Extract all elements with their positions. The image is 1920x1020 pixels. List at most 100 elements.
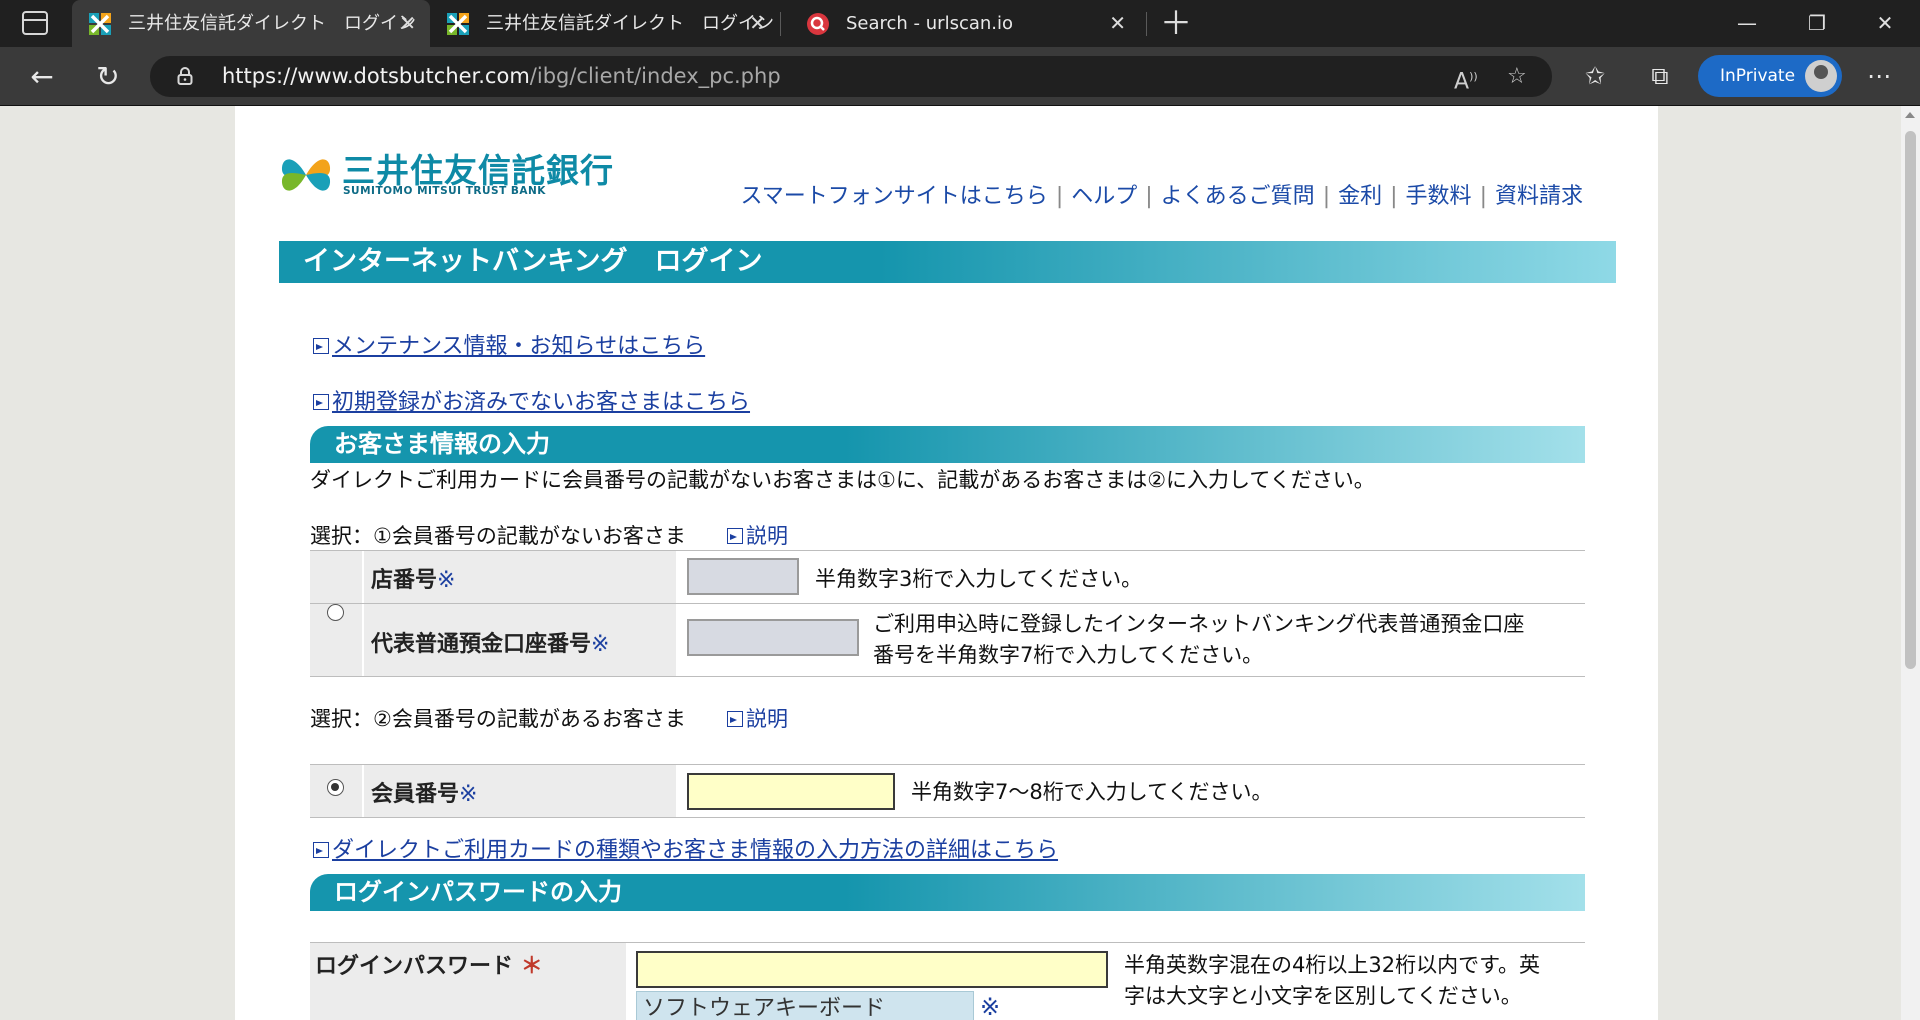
- link-separator: |: [1479, 184, 1487, 209]
- option2-help-link[interactable]: 説明: [727, 703, 788, 733]
- tab-separator: [1146, 12, 1147, 36]
- bank-name-en: SUMITOMO MITSUI TRUST BANK: [343, 185, 546, 197]
- urlscan-favicon-icon: [807, 13, 829, 35]
- page-scrollbar[interactable]: [1901, 106, 1920, 1020]
- login-page: 三井住友信託銀行 SUMITOMO MITSUI TRUST BANK スマート…: [235, 106, 1658, 1020]
- option2-help-label: 説明: [746, 707, 788, 731]
- address-bar[interactable]: https://www.dotsbutcher.com/ibg/client/i…: [150, 56, 1552, 97]
- option1-label: 選択：①会員番号の記載がないお客さま: [310, 524, 686, 548]
- branch-number-label: 店番号※: [371, 562, 455, 594]
- option1-radio[interactable]: [327, 604, 344, 621]
- password-section-title: ログインパスワードの入力: [310, 874, 1585, 911]
- link-separator: |: [1055, 184, 1064, 209]
- required-mark: ※: [459, 782, 478, 807]
- bank-logo-icon[interactable]: [279, 150, 333, 200]
- browser-tab[interactable]: 三井住友信託ダイレクト ログイン ✕: [430, 0, 780, 47]
- smartphone-site-link[interactable]: スマートフォンサイトはこちら: [740, 184, 1047, 209]
- inprivate-badge[interactable]: InPrivate: [1698, 55, 1842, 97]
- help-link[interactable]: ヘルプ: [1071, 184, 1137, 209]
- first-registration-link[interactable]: 初期登録がお済みでないお客さまはこちら: [313, 384, 750, 416]
- member-number-label-text: 会員番号: [371, 782, 460, 807]
- scroll-up-icon[interactable]: [1905, 112, 1915, 118]
- collections-icon[interactable]: ⧉: [1637, 47, 1683, 106]
- read-aloud-icon[interactable]: A)): [1454, 56, 1478, 102]
- account-number-label-text: 代表普通預金口座番号: [371, 632, 592, 657]
- software-keyboard-button[interactable]: ソフトウェアキーボード: [636, 991, 974, 1020]
- password-hint-line1: 半角英数字混在の4桁以上32桁以内です。英: [1124, 953, 1540, 977]
- link-separator: |: [1390, 184, 1398, 209]
- login-password-label-text: ログインパスワード: [315, 954, 514, 979]
- customer-info-section-title: お客さま情報の入力: [310, 426, 1585, 463]
- tab-separator: [780, 12, 781, 36]
- first-registration-label: 初期登録がお済みでないお客さまはこちら: [332, 390, 751, 415]
- lock-icon[interactable]: [177, 67, 193, 85]
- account-number-hint-line1: ご利用申込時に登録したインターネットバンキング代表普通預金口座: [873, 612, 1525, 636]
- close-window-icon[interactable]: ✕: [1850, 0, 1920, 47]
- browser-tab-active[interactable]: 三井住友信託ダイレクト ログイン ✕: [72, 0, 430, 47]
- maintenance-info-label: メンテナンス情報・お知らせはこちら: [332, 334, 706, 359]
- required-mark: ※: [437, 568, 456, 593]
- option1-help-label: 説明: [746, 524, 788, 548]
- maintenance-info-link[interactable]: メンテナンス情報・お知らせはこちら: [313, 328, 705, 360]
- new-tab-icon[interactable]: ＋: [1160, 4, 1192, 42]
- branch-number-hint: 半角数字3桁で入力してください。: [815, 567, 1143, 591]
- bank-favicon-icon: [89, 13, 111, 35]
- tab-title: 三井住友信託ダイレクト ログイン: [128, 13, 416, 34]
- fees-link[interactable]: 手数料: [1406, 184, 1472, 209]
- member-number-hint: 半角数字7～8桁で入力してください。: [911, 780, 1273, 804]
- refresh-icon[interactable]: ↻: [83, 47, 133, 106]
- minimize-icon[interactable]: —: [1712, 0, 1782, 47]
- tab-title: Search - urlscan.io: [846, 13, 1014, 34]
- member-number-input[interactable]: [687, 773, 895, 810]
- url-path: /ibg/client/index_pc.php: [529, 64, 781, 88]
- close-tab-icon[interactable]: ✕: [1109, 0, 1126, 47]
- link-separator: |: [1322, 184, 1331, 209]
- login-password-input[interactable]: [636, 951, 1108, 988]
- header-links: スマートフォンサイトはこちら | ヘルプ | よくあるご質問 | 金利 | 手数料 | 資料請求: [740, 178, 1583, 210]
- table-border: [310, 817, 1585, 818]
- link-arrow-icon: [313, 394, 329, 410]
- card-details-link[interactable]: ダイレクトご利用カードの種類やお客さま情報の入力方法の詳細はこちら: [313, 832, 1058, 864]
- link-arrow-icon: [313, 338, 329, 354]
- page-viewport: 三井住友信託銀行 SUMITOMO MITSUI TRUST BANK スマート…: [0, 106, 1901, 1020]
- account-number-label: 代表普通預金口座番号※: [371, 626, 609, 658]
- option2-label: 選択：②会員番号の記載があるお客さま: [310, 707, 686, 731]
- branch-number-input[interactable]: [687, 558, 799, 595]
- tab-title: 三井住友信託ダイレクト ログイン: [486, 13, 774, 34]
- browser-tab[interactable]: Search - urlscan.io ✕: [790, 0, 1140, 47]
- restore-icon[interactable]: ❐: [1782, 0, 1852, 47]
- interest-rate-link[interactable]: 金利: [1338, 184, 1382, 209]
- branch-number-label-text: 店番号: [371, 568, 438, 593]
- link-arrow-icon: [727, 711, 743, 727]
- close-tab-icon[interactable]: ✕: [399, 0, 416, 47]
- password-hint-line2: 字は大文字と小文字を区別してください。: [1124, 984, 1522, 1008]
- account-number-hint-line2: 番号を半角数字7桁で入力してください。: [873, 643, 1264, 667]
- keyboard-note-mark: ※: [980, 993, 1001, 1020]
- request-materials-link[interactable]: 資料請求: [1495, 184, 1583, 209]
- link-arrow-icon: [313, 842, 329, 858]
- link-separator: |: [1145, 184, 1153, 209]
- member-number-label: 会員番号※: [371, 776, 477, 808]
- login-password-label: ログインパスワード ＊: [315, 948, 543, 980]
- inprivate-label: InPrivate: [1720, 66, 1796, 86]
- add-favorite-icon[interactable]: ☆: [1507, 56, 1527, 97]
- close-tab-icon[interactable]: ✕: [749, 0, 766, 47]
- card-details-label: ダイレクトご利用カードの種類やお客さま情報の入力方法の詳細はこちら: [332, 838, 1059, 863]
- faq-link[interactable]: よくあるご質問: [1161, 184, 1315, 209]
- customer-info-instruction: ダイレクトご利用カードに会員番号の記載がないお客さまは①に、記載があるお客さまは…: [310, 468, 1375, 492]
- url-text[interactable]: https://www.dotsbutcher.com/ibg/client/i…: [222, 56, 781, 97]
- link-arrow-icon: [727, 528, 743, 544]
- settings-more-icon[interactable]: ⋯: [1856, 47, 1902, 106]
- scrollbar-thumb[interactable]: [1905, 131, 1916, 669]
- profile-avatar[interactable]: [1805, 60, 1837, 92]
- option2-radio[interactable]: [327, 779, 344, 796]
- browser-tab-bar: 三井住友信託ダイレクト ログイン ✕ 三井住友信託ダイレクト ログイン ✕ Se…: [0, 0, 1920, 47]
- bank-favicon-icon: [447, 13, 469, 35]
- option1-help-link[interactable]: 説明: [727, 520, 788, 550]
- favorites-icon[interactable]: ✩: [1572, 47, 1618, 106]
- url-host: https://www.dotsbutcher.com: [222, 64, 530, 88]
- required-mark: ※: [591, 632, 610, 657]
- back-arrow-icon[interactable]: ←: [17, 47, 67, 106]
- account-number-input[interactable]: [687, 619, 859, 656]
- tab-actions-icon[interactable]: [22, 11, 48, 35]
